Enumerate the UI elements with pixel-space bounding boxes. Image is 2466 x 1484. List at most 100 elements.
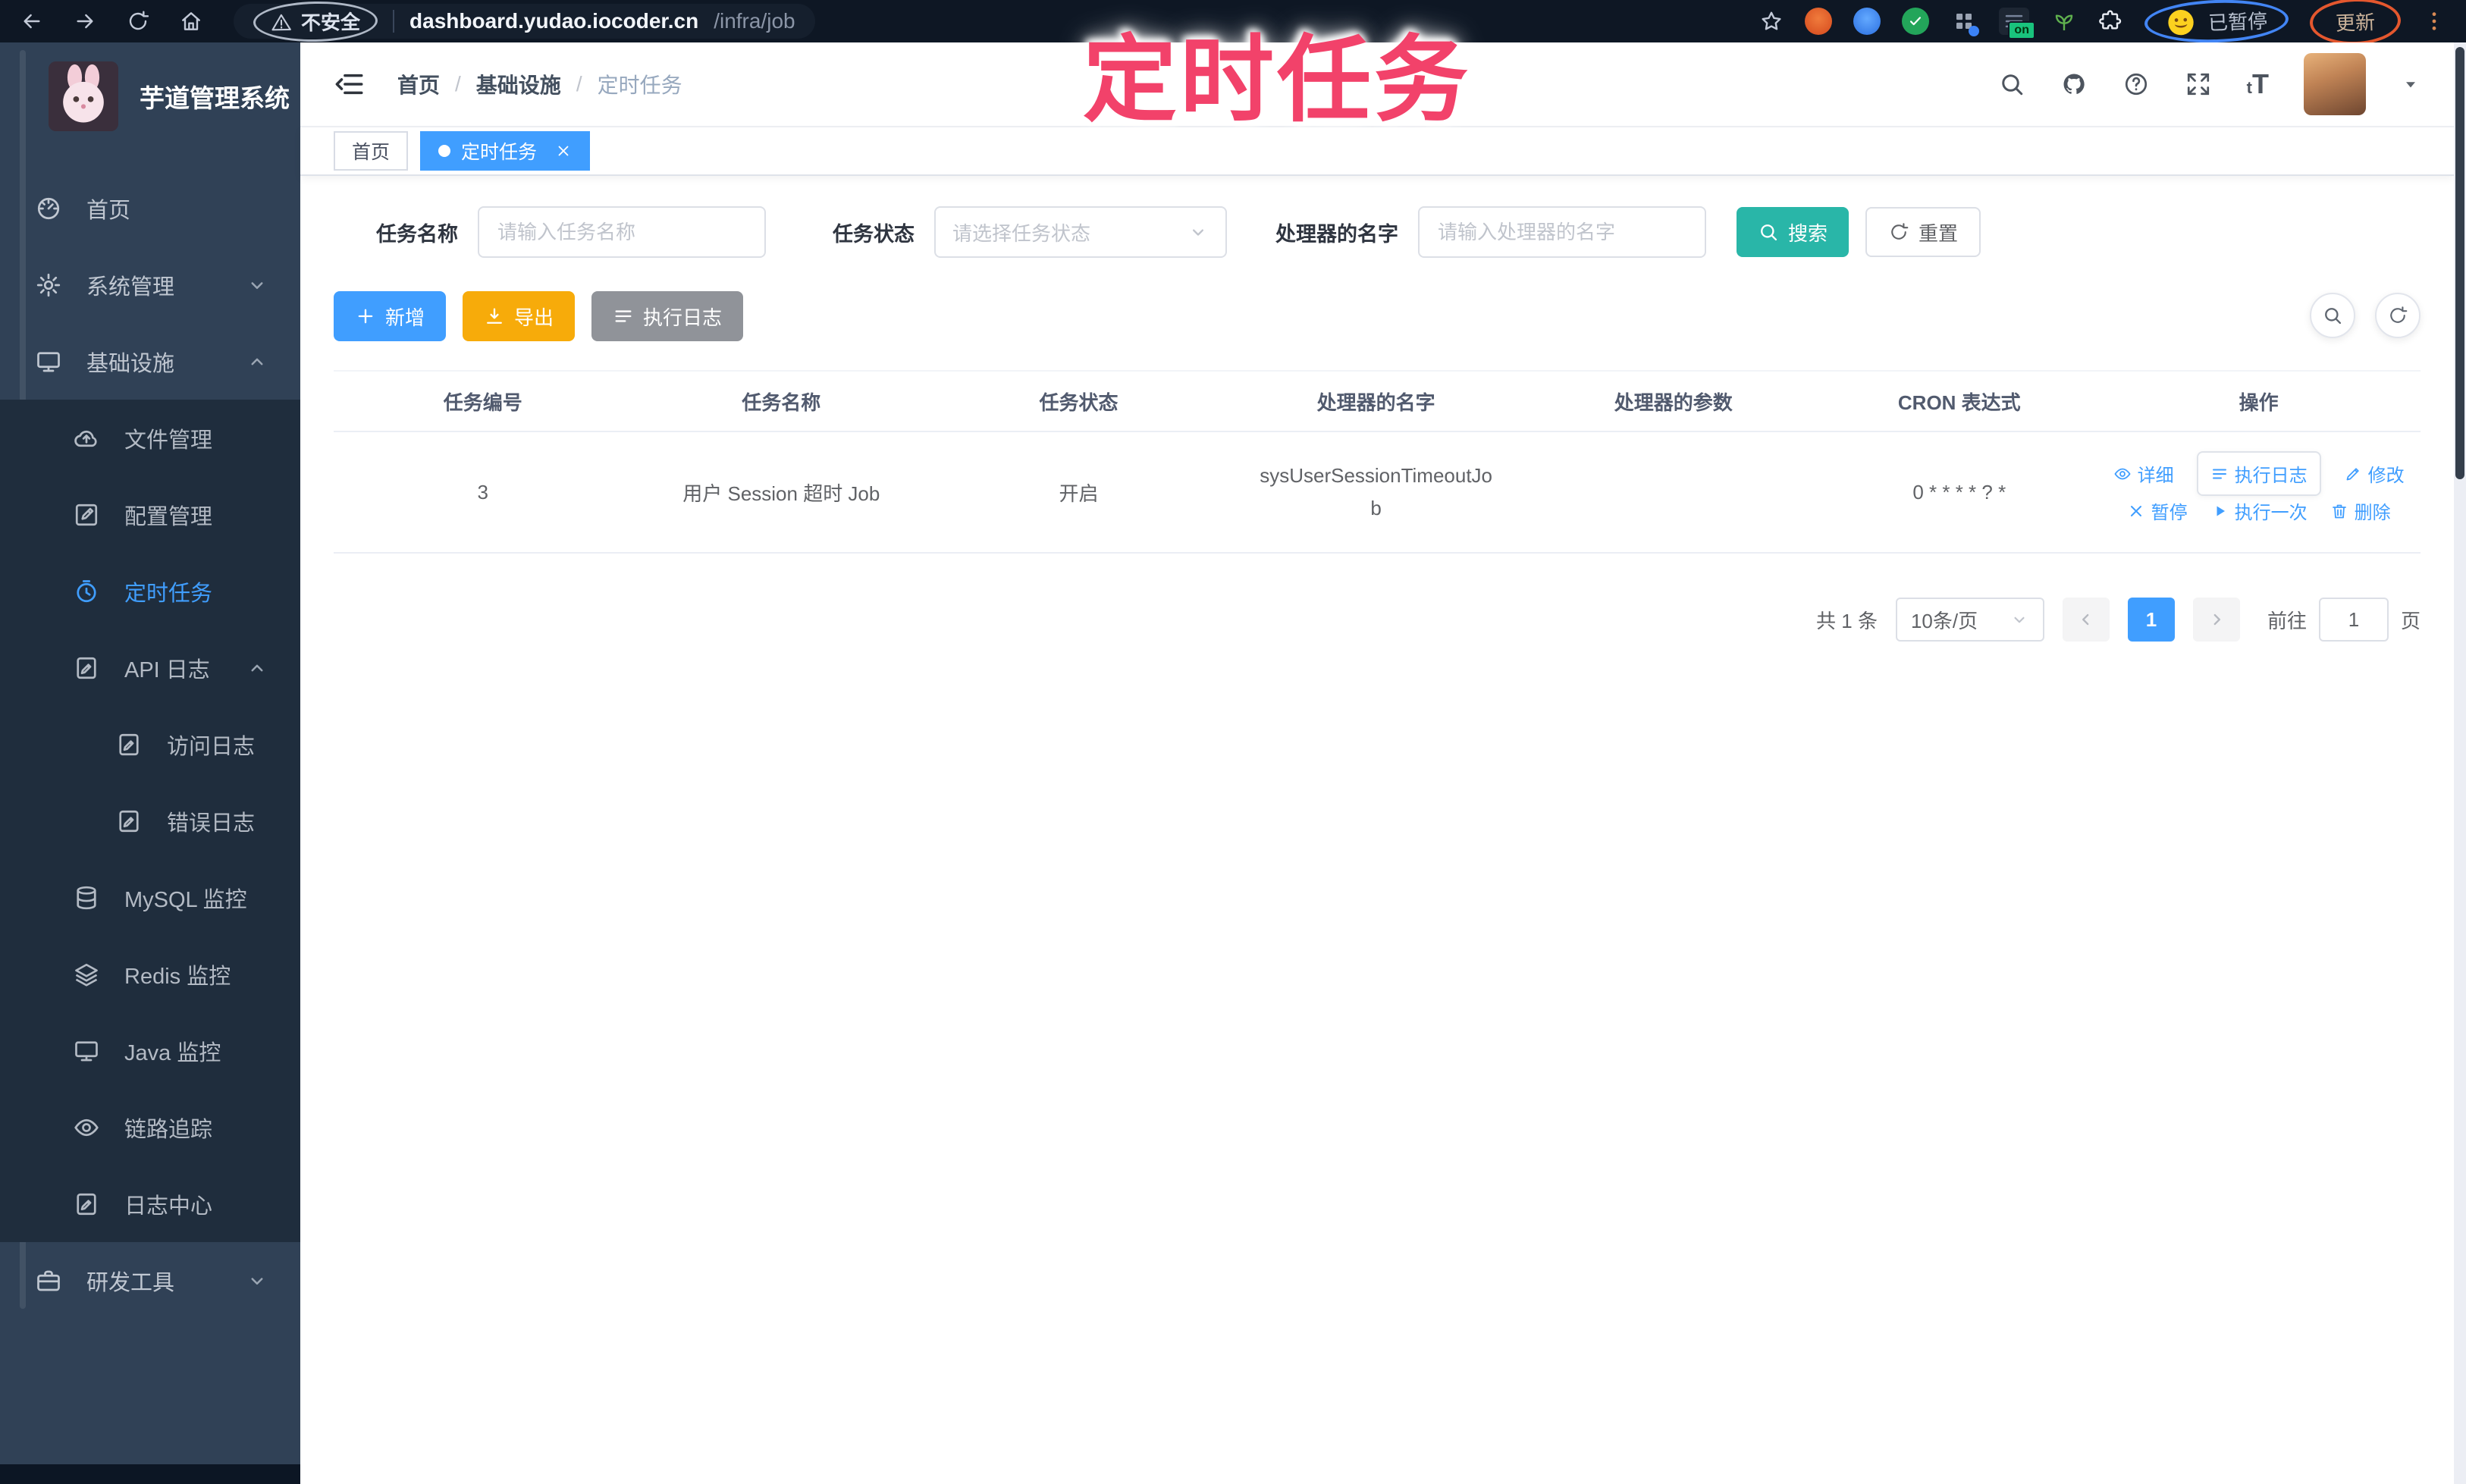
chevron-up-icon: [246, 657, 268, 679]
document-pencil-icon: [73, 654, 100, 682]
profile-emoji-avatar[interactable]: [2165, 7, 2196, 38]
sidebar-item-config-manage[interactable]: 配置管理: [0, 476, 300, 553]
extension-icon-green-check[interactable]: [1901, 8, 1929, 35]
extension-icon-tabs[interactable]: on: [1998, 8, 2035, 39]
tags-view-bar: 首页 定时任务: [300, 127, 2454, 176]
tag-scheduled-jobs[interactable]: 定时任务: [420, 131, 591, 171]
handler-name-text: sysUserSessionTimeoutJob: [1260, 464, 1493, 519]
annotation-oval-not-secure: 不安全: [253, 0, 378, 42]
cell-job-status: 开启: [1059, 482, 1099, 505]
search-button[interactable]: 搜索: [1737, 207, 1850, 257]
extension-icon-grid[interactable]: [1950, 8, 1979, 36]
header-search-icon[interactable]: [1998, 71, 2025, 98]
sidebar-item-label: 日志中心: [124, 1194, 213, 1219]
sidebar-item-system[interactable]: 系统管理: [0, 246, 300, 323]
add-button-label: 新增: [385, 306, 425, 329]
fullscreen-icon[interactable]: [2185, 71, 2212, 98]
address-divider: [393, 10, 395, 33]
tag-home[interactable]: 首页: [334, 131, 409, 171]
browser-menu-icon[interactable]: [2422, 9, 2446, 33]
sidebar-item-log-center[interactable]: 日志中心: [0, 1166, 300, 1242]
browser-update-button[interactable]: 更新: [2335, 7, 2376, 36]
goto-page-input[interactable]: [2318, 598, 2389, 642]
breadcrumb-current: 定时任务: [597, 74, 682, 97]
extensions-puzzle-icon[interactable]: [2099, 9, 2123, 33]
sidebar-item-scheduled-jobs[interactable]: 定时任务: [0, 553, 300, 629]
sidebar-item-api-log[interactable]: API 日志: [0, 629, 300, 706]
export-button-label: 导出: [514, 306, 554, 329]
font-size-icon[interactable]: tT: [2247, 71, 2269, 98]
sidebar-item-mysql-monitor[interactable]: MySQL 监控: [0, 859, 300, 936]
eye-icon: [73, 1114, 100, 1141]
help-doc-icon[interactable]: [2122, 71, 2150, 98]
page-size-value: 10条/页: [1910, 609, 1978, 632]
sidebar-item-label: 访问日志: [167, 734, 256, 759]
op-delete[interactable]: 删除: [2330, 497, 2391, 524]
op-label: 暂停: [2151, 503, 2188, 523]
exec-log-button[interactable]: 执行日志: [591, 291, 744, 341]
op-exec-log[interactable]: 执行日志: [2196, 451, 2321, 496]
extension-icon-orange[interactable]: [1804, 8, 1832, 35]
briefcase-icon: [35, 1267, 62, 1294]
next-page-button[interactable]: [2192, 598, 2240, 642]
bookmark-star-icon[interactable]: [1759, 9, 1784, 33]
op-pause[interactable]: 暂停: [2127, 497, 2188, 524]
job-name-label: 任务名称: [376, 222, 458, 246]
user-avatar[interactable]: [2304, 53, 2366, 115]
page-scrollbar-thumb[interactable]: [2455, 47, 2464, 479]
export-button[interactable]: 导出: [463, 291, 576, 341]
gear-icon: [35, 271, 62, 299]
handler-name-input[interactable]: [1418, 206, 1706, 258]
sidebar-item-infra[interactable]: 基础设施: [0, 323, 300, 400]
breadcrumb-home[interactable]: 首页: [397, 69, 440, 99]
sync-paused-label[interactable]: 已暂停: [2207, 5, 2268, 36]
tag-close-icon[interactable]: [555, 143, 572, 159]
sidebar-item-access-log[interactable]: 访问日志: [0, 706, 300, 783]
avatar-caret-down-icon[interactable]: [2401, 74, 2421, 94]
column-header: 操作: [2239, 391, 2279, 414]
sidebar-item-redis-monitor[interactable]: Redis 监控: [0, 936, 300, 1012]
breadcrumb: 首页 / 基础设施 / 定时任务: [397, 69, 682, 99]
browser-back-icon[interactable]: [20, 9, 44, 33]
op-label: 执行日志: [2234, 466, 2308, 486]
op-edit[interactable]: 修改: [2344, 460, 2405, 487]
github-icon[interactable]: [2060, 71, 2088, 98]
breadcrumb-section[interactable]: 基础设施: [476, 69, 561, 99]
add-button[interactable]: 新增: [334, 291, 447, 341]
page-number-1[interactable]: 1: [2127, 598, 2175, 642]
op-detail[interactable]: 详细: [2113, 460, 2174, 487]
eye-icon: [2113, 465, 2132, 483]
browser-forward-icon[interactable]: [73, 9, 97, 33]
extension-icon-plant[interactable]: [2050, 8, 2078, 35]
app-logo[interactable]: 芋道管理系统: [0, 42, 300, 150]
job-status-select[interactable]: 请选择任务状态: [934, 206, 1227, 258]
sidebar-item-error-log[interactable]: 错误日志: [0, 783, 300, 859]
job-name-input[interactable]: [478, 206, 766, 258]
collapse-sidebar-icon[interactable]: [334, 68, 366, 100]
column-header: 处理器的名字: [1316, 391, 1435, 414]
reset-button[interactable]: 重置: [1865, 207, 1981, 257]
refresh-table-button[interactable]: [2375, 293, 2421, 338]
chevron-left-icon: [2076, 610, 2096, 629]
download-icon: [484, 306, 505, 327]
sidebar-item-home[interactable]: 首页: [0, 170, 300, 246]
refresh-icon: [1888, 221, 1909, 243]
op-run-once[interactable]: 执行一次: [2210, 497, 2308, 524]
sidebar-item-java-monitor[interactable]: Java 监控: [0, 1012, 300, 1089]
browser-home-icon[interactable]: [179, 9, 203, 33]
page-size-select[interactable]: 10条/页: [1895, 598, 2044, 642]
prev-page-button[interactable]: [2062, 598, 2110, 642]
url-path: /infra/job: [714, 9, 795, 33]
close-icon: [2127, 502, 2145, 520]
toggle-search-button[interactable]: [2310, 293, 2355, 338]
address-bar[interactable]: 不安全 dashboard.yudao.iocoder.cn/infra/job: [234, 0, 815, 42]
sidebar-item-tracing[interactable]: 链路追踪: [0, 1089, 300, 1166]
sidebar-item-file-manage[interactable]: 文件管理: [0, 400, 300, 476]
browser-reload-icon[interactable]: [126, 9, 150, 33]
extension-icon-blue[interactable]: [1853, 8, 1881, 35]
exec-log-button-label: 执行日志: [643, 306, 723, 329]
jobs-table: 任务编号 任务名称 任务状态 处理器的名字 处理器的参数 CRON 表达式 操作…: [334, 370, 2421, 554]
screen: 不安全 dashboard.yudao.iocoder.cn/infra/job…: [0, 0, 2466, 1484]
sidebar-item-label: 基础设施: [86, 351, 175, 376]
sidebar-item-dev-tools[interactable]: 研发工具: [0, 1242, 300, 1319]
